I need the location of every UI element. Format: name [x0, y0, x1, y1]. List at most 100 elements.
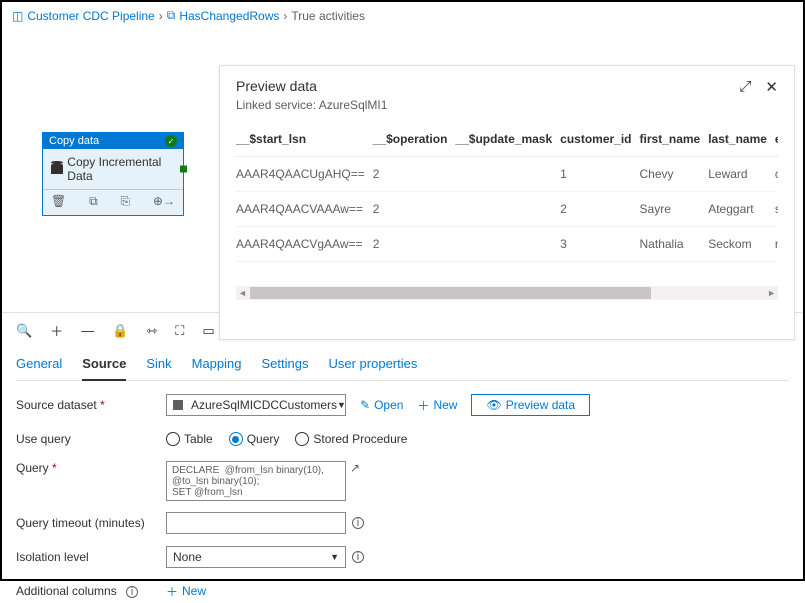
scroll-right-icon[interactable]: ►: [767, 288, 776, 298]
remove-icon[interactable]: —: [81, 323, 94, 338]
col-header[interactable]: __$operation: [373, 126, 456, 157]
radio-table[interactable]: Table: [166, 432, 213, 446]
pipeline-icon: ◫: [12, 9, 23, 23]
cell: 3: [560, 227, 639, 262]
eye-icon: 👁: [486, 398, 501, 412]
cell: Ateggart: [708, 192, 775, 227]
cell: nseckom2@blogger.com: [775, 227, 778, 262]
node-output-connector[interactable]: [180, 166, 187, 173]
breadcrumb-sep: ›: [159, 9, 163, 23]
tab-user-properties[interactable]: User properties: [328, 350, 417, 380]
table-row[interactable]: AAAR4QAACUgAHQ== 2 1 Chevy Leward clewar…: [236, 157, 778, 192]
col-header[interactable]: first_name: [640, 126, 709, 157]
select-icon[interactable]: ▭: [202, 323, 214, 339]
table-row[interactable]: AAAR4QAACVgAAw== 2 3 Nathalia Seckom nse…: [236, 227, 778, 262]
node-header: Copy data ✓: [43, 133, 183, 149]
preview-table-wrap: __$start_lsn __$operation __$update_mask…: [236, 126, 778, 262]
properties-panel: 🔍 ＋ — 🔒 ⇿ ⛶ ▭ ⧉ ◧ General Source Sink Ma…: [2, 312, 803, 603]
use-query-radio-group: Table Query Stored Procedure: [166, 432, 407, 446]
cell: 2: [560, 192, 639, 227]
tab-sink[interactable]: Sink: [146, 350, 171, 380]
database-icon: [51, 164, 63, 174]
chevron-down-icon: ▼: [330, 552, 339, 562]
search-icon[interactable]: 🔍: [16, 323, 32, 339]
tab-settings[interactable]: Settings: [262, 350, 309, 380]
radio-stored-procedure[interactable]: Stored Procedure: [295, 432, 407, 446]
linked-service-label: Linked service: AzureSqlMI1: [236, 98, 387, 112]
preview-title: Preview data: [236, 78, 387, 94]
use-query-label: Use query: [16, 432, 166, 446]
cell: 1: [560, 157, 639, 192]
tab-mapping[interactable]: Mapping: [192, 350, 242, 380]
chevron-down-icon: ▼: [337, 400, 346, 410]
node-type-label: Copy data: [49, 135, 99, 147]
horizontal-scrollbar[interactable]: ◄ ►: [236, 286, 778, 300]
cell: AAAR4QAACVgAAw==: [236, 227, 373, 262]
cell: cleward0@mapy.cz: [775, 157, 778, 192]
node-name: Copy Incremental Data: [67, 155, 175, 183]
properties-tabs: General Source Sink Mapping Settings Use…: [16, 350, 789, 381]
additional-columns-label: Additional columns i: [16, 584, 166, 598]
breadcrumb: ◫ Customer CDC Pipeline › ⧉ HasChangedRo…: [2, 2, 803, 27]
open-dataset-button[interactable]: ✎Open: [360, 398, 403, 412]
preview-data-panel: Preview data Linked service: AzureSqlMI1…: [219, 65, 795, 340]
radio-query[interactable]: Query: [229, 432, 280, 446]
cell: Sayre: [640, 192, 709, 227]
dataset-icon: [173, 400, 183, 410]
col-header[interactable]: __$update_mask: [455, 126, 560, 157]
dataset-value: AzureSqlMICDCCustomers: [191, 398, 337, 412]
cell: AAAR4QAACVAAAw==: [236, 192, 373, 227]
col-header[interactable]: __$start_lsn: [236, 126, 373, 157]
clone-icon[interactable]: ⧉: [89, 194, 98, 209]
close-icon[interactable]: ✕: [765, 78, 778, 96]
preview-data-button[interactable]: 👁Preview data: [471, 394, 590, 416]
cell: 2: [373, 157, 456, 192]
pipeline-canvas[interactable]: Copy data ✓ Copy Incremental Data 🗑 ⧉ ⎘ …: [2, 27, 803, 312]
add-column-button[interactable]: ＋New: [166, 583, 206, 600]
table-row[interactable]: AAAR4QAACVAAAw== 2 2 Sayre Ateggart sate…: [236, 192, 778, 227]
source-form: Source dataset * AzureSqlMICDCCustomers …: [16, 381, 789, 603]
add-icon[interactable]: ＋: [50, 321, 63, 340]
cell: Seckom: [708, 227, 775, 262]
copy-data-activity-node[interactable]: Copy data ✓ Copy Incremental Data 🗑 ⧉ ⎘ …: [42, 132, 184, 216]
breadcrumb-sep: ›: [283, 9, 287, 23]
source-dataset-dropdown[interactable]: AzureSqlMICDCCustomers ▼: [166, 394, 346, 416]
tab-general[interactable]: General: [16, 350, 62, 380]
breadcrumb-pipeline[interactable]: Customer CDC Pipeline: [27, 9, 154, 23]
scroll-left-icon[interactable]: ◄: [238, 288, 247, 298]
lock-icon[interactable]: 🔒: [112, 323, 128, 339]
query-textarea[interactable]: [166, 461, 346, 501]
col-header[interactable]: customer_id: [560, 126, 639, 157]
fit-width-icon[interactable]: ⇿: [146, 323, 157, 339]
cell: 2: [373, 192, 456, 227]
fit-screen-icon[interactable]: ⛶: [175, 323, 184, 339]
info-icon[interactable]: i: [352, 551, 364, 563]
condition-icon: ⧉: [167, 8, 176, 23]
cell: [455, 227, 560, 262]
cell: [455, 157, 560, 192]
breadcrumb-activity[interactable]: HasChangedRows: [179, 9, 279, 23]
tab-source[interactable]: Source: [82, 350, 126, 381]
col-header[interactable]: last_name: [708, 126, 775, 157]
query-timeout-label: Query timeout (minutes): [16, 516, 166, 530]
cell: Chevy: [640, 157, 709, 192]
info-icon[interactable]: i: [126, 586, 138, 598]
new-dataset-button[interactable]: ＋New: [417, 397, 457, 414]
isolation-level-label: Isolation level: [16, 550, 166, 564]
col-header[interactable]: email: [775, 126, 778, 157]
query-label: Query *: [16, 461, 166, 475]
cell: AAAR4QAACUgAHQ==: [236, 157, 373, 192]
maximize-icon[interactable]: ⤢: [739, 78, 751, 96]
node-body[interactable]: Copy Incremental Data: [43, 149, 183, 189]
isolation-level-dropdown[interactable]: None ▼: [166, 546, 346, 568]
info-icon[interactable]: i: [352, 517, 364, 529]
cell: [455, 192, 560, 227]
query-timeout-input[interactable]: [166, 512, 346, 534]
add-output-icon[interactable]: ⊕→: [153, 194, 175, 209]
copy-icon[interactable]: ⎘: [120, 194, 130, 209]
expand-query-icon[interactable]: ↗: [350, 461, 360, 475]
isolation-value: None: [173, 550, 202, 564]
delete-icon[interactable]: 🗑: [51, 194, 66, 209]
scrollbar-thumb[interactable]: [250, 287, 651, 299]
cell: Leward: [708, 157, 775, 192]
